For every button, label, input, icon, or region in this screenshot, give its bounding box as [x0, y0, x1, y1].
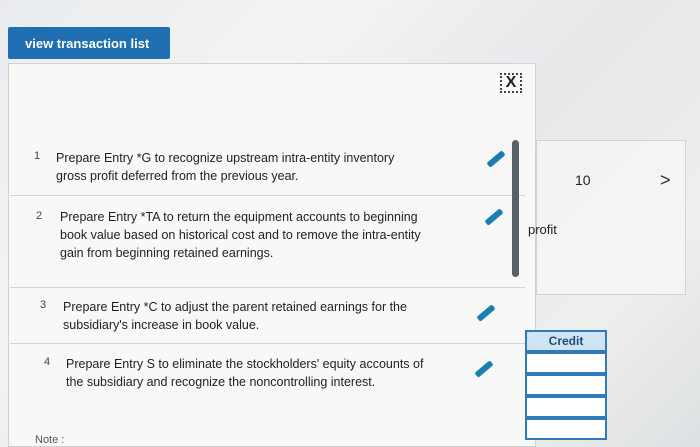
credit-input[interactable]: [525, 374, 607, 396]
item-number: 2: [36, 210, 43, 222]
note-label: Note :: [35, 434, 65, 446]
divider: [10, 287, 525, 288]
value-cell: 10: [575, 172, 591, 188]
right-panel: [536, 140, 686, 295]
profit-label: profit: [528, 222, 557, 237]
item-number: 4: [44, 356, 51, 368]
view-transaction-list-button[interactable]: view transaction list: [8, 27, 170, 59]
item-number: 3: [40, 299, 47, 311]
item-text[interactable]: Prepare Entry S to eliminate the stockho…: [66, 355, 426, 391]
item-text[interactable]: Prepare Entry *G to recognize upstream i…: [56, 149, 426, 185]
divider: [10, 343, 525, 344]
credit-input[interactable]: [525, 352, 607, 374]
item-text[interactable]: Prepare Entry *C to adjust the parent re…: [63, 298, 438, 334]
item-text[interactable]: Prepare Entry *TA to return the equipmen…: [60, 208, 435, 262]
close-icon[interactable]: X: [500, 73, 522, 93]
item-number: 1: [34, 150, 41, 162]
divider: [10, 195, 525, 196]
credit-input[interactable]: [525, 396, 607, 418]
credit-input[interactable]: [525, 418, 607, 440]
scrollbar[interactable]: [512, 140, 519, 277]
credit-header: Credit: [525, 330, 607, 352]
chevron-right-icon[interactable]: >: [660, 170, 671, 191]
